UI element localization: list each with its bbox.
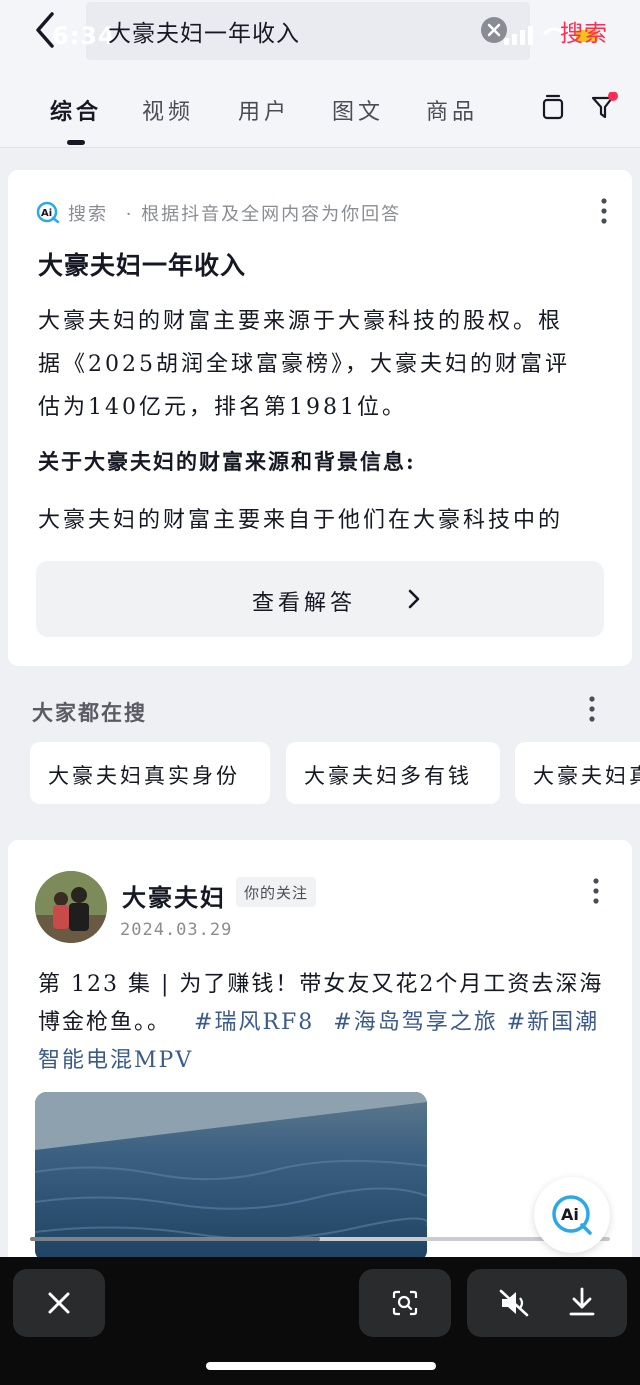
trending-chip[interactable]: 大豪夫妇多有钱 xyxy=(286,742,500,804)
chevron-right-icon xyxy=(408,589,420,609)
ai-paragraph-line: 估为140亿元，排名第1981位。 xyxy=(38,395,407,420)
media-controls xyxy=(467,1269,627,1337)
layout-icon[interactable] xyxy=(541,94,565,122)
video-progress-bar[interactable] xyxy=(30,1237,610,1241)
tab-products[interactable]: 商品 xyxy=(426,94,478,126)
home-indicator xyxy=(206,1362,436,1370)
scan-button[interactable] xyxy=(359,1269,451,1337)
download-icon[interactable] xyxy=(569,1287,595,1317)
ai-answer-paragraph-2: 大豪夫妇的财富主要来自于他们在大豪科技中的 xyxy=(38,508,564,533)
post-date: 2024.03.29 xyxy=(120,920,233,940)
ai-answer-subheading: 关于大豪夫妇的财富来源和背景信息: xyxy=(38,449,416,474)
ai-answer-card: Ai 搜索 · 根据抖音及全网内容为你回答 大豪夫妇一年收入 大豪夫妇的财富主要… xyxy=(8,170,632,666)
ai-source-line: 搜索 · 根据抖音及全网内容为你回答 xyxy=(68,200,401,226)
ai-paragraph-line: 据《2025胡润全球富豪榜》，大豪夫妇的财富评 xyxy=(38,352,570,377)
ai-source-label: 搜索 xyxy=(68,204,108,225)
top-bar: 6:34 大豪夫妇一年收入 搜索 xyxy=(0,0,640,64)
view-answer-button[interactable]: 查看解答 xyxy=(36,561,604,637)
ai-icon: Ai xyxy=(36,201,60,223)
more-icon[interactable] xyxy=(592,878,600,904)
tab-all[interactable]: 综合 xyxy=(50,94,102,126)
scan-icon xyxy=(392,1290,418,1316)
hashtag-link[interactable]: #海岛驾享之旅 xyxy=(333,1010,497,1035)
trending-chip[interactable]: 大豪夫妇真 xyxy=(515,742,640,804)
status-time: 6:34 xyxy=(52,22,116,50)
avatar[interactable] xyxy=(35,871,107,943)
post-text: 第 123 集 | 为了赚钱！带女友又花2个月工资去深海博金枪鱼。。 #瑞风RF… xyxy=(38,966,608,1080)
svg-text:Ai: Ai xyxy=(41,208,52,219)
ai-paragraph-line: 大豪夫妇的财富主要来源于大豪科技的股权。根 xyxy=(38,309,564,334)
video-progress-fill xyxy=(30,1237,320,1241)
ai-answer-title: 大豪夫妇一年收入 xyxy=(38,251,247,280)
tab-image-text[interactable]: 图文 xyxy=(332,94,384,126)
svg-text:Ai: Ai xyxy=(561,1205,579,1224)
close-button[interactable] xyxy=(13,1269,105,1337)
search-button[interactable]: 搜索 xyxy=(560,14,608,48)
ai-answer-paragraph: 大豪夫妇的财富主要来源于大豪科技的股权。根 据《2025胡润全球富豪榜》，大豪夫… xyxy=(38,300,604,429)
search-query-text[interactable]: 大豪夫妇一年收入 xyxy=(108,14,300,48)
tab-bar: 综合 视频 用户 图文 商品 xyxy=(0,64,640,148)
hashtag-link[interactable]: #瑞风RF8 xyxy=(194,1010,314,1035)
ai-assistant-button[interactable]: Ai xyxy=(534,1177,610,1253)
tab-video[interactable]: 视频 xyxy=(142,94,194,126)
tab-users[interactable]: 用户 xyxy=(238,94,290,126)
trending-title: 大家都在搜 xyxy=(32,700,147,725)
view-answer-label: 查看解答 xyxy=(252,591,357,616)
filter-icon[interactable] xyxy=(590,92,620,122)
active-tab-indicator xyxy=(67,140,85,145)
trending-chip[interactable]: 大豪夫妇真实身份 xyxy=(30,742,270,804)
follow-badge: 你的关注 xyxy=(236,877,317,907)
more-icon[interactable] xyxy=(588,696,596,722)
author-name[interactable]: 大豪夫妇 xyxy=(122,878,226,913)
ai-source-desc: · 根据抖音及全网内容为你回答 xyxy=(125,204,402,225)
mute-icon[interactable] xyxy=(499,1289,529,1317)
close-icon xyxy=(48,1292,70,1314)
more-icon[interactable] xyxy=(600,198,608,224)
